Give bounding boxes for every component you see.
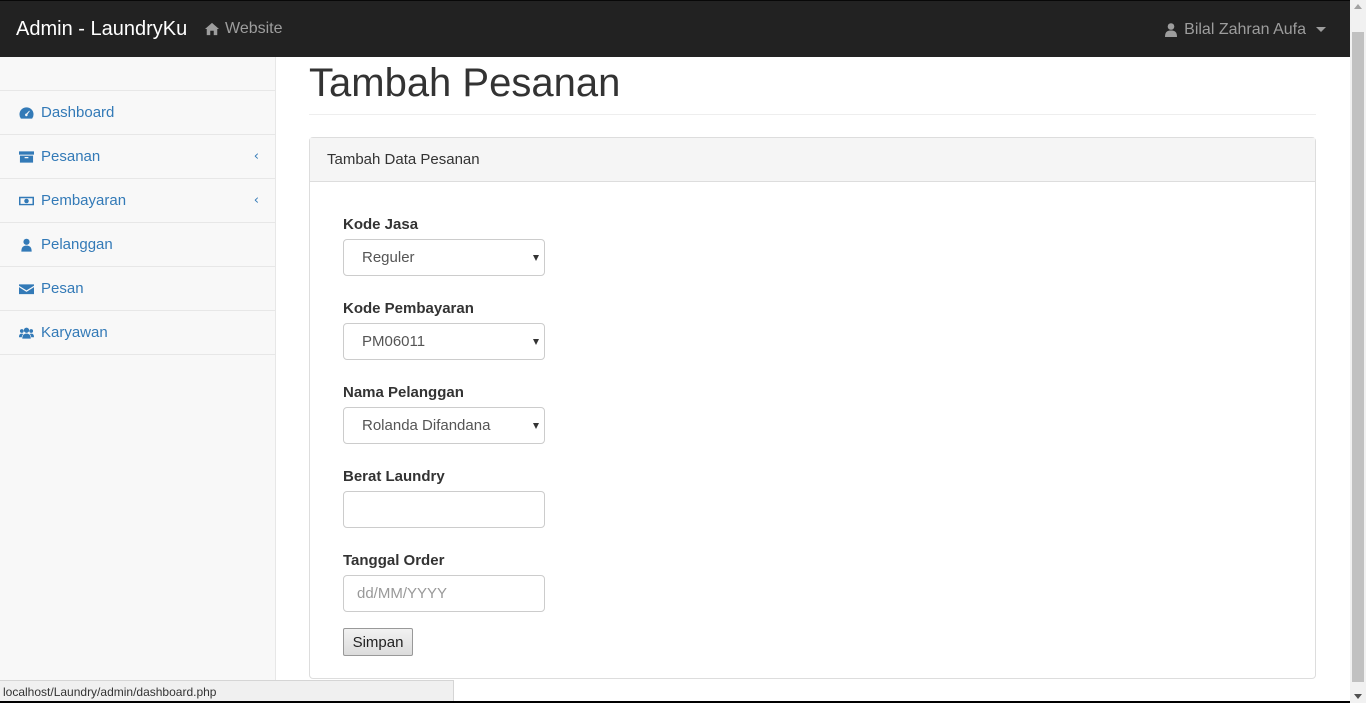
sidebar-item-label: Pesan bbox=[41, 280, 84, 297]
dashboard-icon bbox=[19, 106, 34, 119]
sidebar-item-pelanggan[interactable]: Pelanggan bbox=[0, 223, 275, 267]
user-icon bbox=[21, 238, 32, 252]
sidebar-menu: Dashboard Pesanan ‹ Pembayaran ‹ Pelangg… bbox=[0, 90, 275, 355]
berat-laundry-label: Berat Laundry bbox=[343, 468, 445, 485]
nama-pelanggan-group: Nama Pelanggan Rolanda Difandana bbox=[343, 384, 1282, 444]
form-panel: Tambah Data Pesanan Kode Jasa Reguler Ko… bbox=[309, 137, 1316, 679]
sidebar-item-pesanan[interactable]: Pesanan ‹ bbox=[0, 135, 275, 179]
kode-pembayaran-select[interactable]: PM06011 bbox=[343, 323, 545, 360]
kode-jasa-value: Reguler bbox=[362, 249, 415, 266]
sidebar-item-label: Karyawan bbox=[41, 324, 108, 341]
envelope-icon bbox=[19, 283, 34, 294]
tanggal-order-input[interactable] bbox=[343, 575, 545, 612]
sidebar-item-label: Dashboard bbox=[41, 104, 115, 121]
user-dropdown[interactable]: Bilal Zahran Aufa bbox=[1165, 1, 1326, 58]
browser-status-bar: localhost/Laundry/admin/dashboard.php bbox=[0, 680, 454, 703]
sidebar-item-label: Pembayaran bbox=[41, 192, 127, 209]
dropdown-arrow-icon bbox=[533, 423, 539, 429]
dropdown-arrow-icon bbox=[533, 255, 539, 261]
nama-pelanggan-value: Rolanda Difandana bbox=[362, 417, 491, 434]
user-icon bbox=[1165, 22, 1178, 37]
kode-pembayaran-group: Kode Pembayaran PM06011 bbox=[343, 300, 1282, 360]
money-icon bbox=[19, 196, 34, 205]
kode-pembayaran-value: PM06011 bbox=[362, 333, 426, 350]
sidebar-item-dashboard[interactable]: Dashboard bbox=[0, 91, 275, 135]
caret-down-icon bbox=[1316, 27, 1326, 32]
kode-pembayaran-label: Kode Pembayaran bbox=[343, 300, 474, 317]
tanggal-order-group: Tanggal Order bbox=[343, 552, 1282, 612]
berat-laundry-input[interactable] bbox=[343, 491, 545, 528]
chevron-left-icon: ‹ bbox=[253, 193, 259, 208]
brand-link[interactable]: Admin - LaundryKu bbox=[0, 18, 205, 41]
tanggal-order-label: Tanggal Order bbox=[343, 552, 445, 569]
main-content: Tambah Pesanan Tambah Data Pesanan Kode … bbox=[309, 57, 1316, 679]
sidebar-item-karyawan[interactable]: Karyawan bbox=[0, 311, 275, 355]
website-link-label: Website bbox=[225, 20, 283, 37]
kode-jasa-label: Kode Jasa bbox=[343, 216, 419, 233]
dropdown-arrow-icon bbox=[533, 339, 539, 345]
sidebar-item-label: Pelanggan bbox=[41, 236, 113, 253]
scroll-down-icon[interactable] bbox=[1354, 694, 1362, 699]
nama-pelanggan-select[interactable]: Rolanda Difandana bbox=[343, 407, 545, 444]
sidebar: Dashboard Pesanan ‹ Pembayaran ‹ Pelangg… bbox=[0, 57, 276, 703]
simpan-button[interactable]: Simpan bbox=[343, 628, 413, 656]
website-link[interactable]: Website bbox=[205, 20, 283, 38]
nama-pelanggan-label: Nama Pelanggan bbox=[343, 384, 464, 401]
panel-body: Kode Jasa Reguler Kode Pembayaran PM0601… bbox=[310, 182, 1315, 690]
scrollbar-thumb[interactable] bbox=[1352, 32, 1364, 682]
kode-jasa-select[interactable]: Reguler bbox=[343, 239, 545, 276]
kode-jasa-group: Kode Jasa Reguler bbox=[343, 216, 1282, 276]
home-icon bbox=[205, 22, 219, 36]
chevron-left-icon: ‹ bbox=[253, 149, 259, 164]
page-title: Tambah Pesanan bbox=[309, 57, 1316, 115]
user-name: Bilal Zahran Aufa bbox=[1184, 20, 1306, 38]
berat-laundry-group: Berat Laundry bbox=[343, 468, 1282, 528]
sidebar-item-pesan[interactable]: Pesan bbox=[0, 267, 275, 311]
sidebar-item-label: Pesanan bbox=[41, 148, 101, 165]
vertical-scrollbar[interactable] bbox=[1350, 0, 1366, 703]
sidebar-item-pembayaran[interactable]: Pembayaran ‹ bbox=[0, 179, 275, 223]
panel-heading: Tambah Data Pesanan bbox=[310, 138, 1315, 182]
users-icon bbox=[19, 327, 34, 339]
scroll-up-icon[interactable] bbox=[1354, 4, 1362, 9]
archive-icon bbox=[19, 150, 34, 163]
top-navbar: Admin - LaundryKu Website Bilal Zahran A… bbox=[0, 0, 1350, 57]
